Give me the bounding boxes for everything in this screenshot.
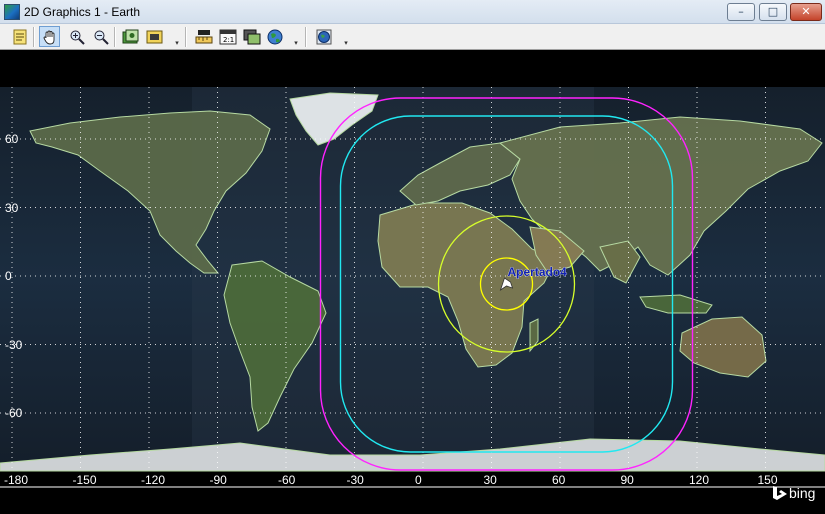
longitude-label: -150 <box>72 473 97 487</box>
latitude-label: -60 <box>5 406 23 420</box>
longitude-label: 120 <box>689 473 710 487</box>
latitude-label: 0 <box>5 269 12 283</box>
object-label: Apertado4 <box>508 265 568 279</box>
record-icon[interactable] <box>144 26 165 47</box>
toolbar-dropdown-arrow[interactable]: ▾ <box>173 38 181 48</box>
measure-icon[interactable] <box>193 26 214 47</box>
snapshot-icon[interactable] <box>120 26 141 47</box>
properties-icon[interactable] <box>9 26 30 47</box>
latitude-label: -30 <box>5 337 23 352</box>
toolbar-separator <box>305 27 307 47</box>
title-bar: 2D Graphics 1 - Earth – □ ✕ <box>0 0 825 24</box>
toolbar-dropdown-arrow[interactable]: ▾ <box>342 38 350 48</box>
longitude-label: -90 <box>209 473 227 487</box>
toolbar-dropdown-arrow[interactable]: ▾ <box>292 38 300 48</box>
app-icon <box>4 4 20 20</box>
latitude-label: 30 <box>5 200 19 215</box>
3d-globe-icon[interactable] <box>313 26 334 47</box>
svg-text:bing: bing <box>789 485 815 501</box>
longitude-label: -60 <box>278 473 296 487</box>
longitude-label: 90 <box>620 473 634 487</box>
layers-icon[interactable] <box>241 26 262 47</box>
map-viewport[interactable]: Apertado4 60 30 0 -30 -60 -180 -150 -120 -90 -60… <box>0 51 825 514</box>
zoom-in-icon[interactable] <box>66 26 87 47</box>
longitude-label: 0 <box>415 473 422 487</box>
toolbar-separator <box>114 27 116 47</box>
toolbar: ▾ 2:1 ▾ ▾ <box>0 24 825 50</box>
bing-logo: bing <box>773 485 815 501</box>
earth-map[interactable]: Apertado4 <box>0 51 825 514</box>
longitude-label: -30 <box>346 473 364 487</box>
aspect-ratio-icon[interactable]: 2:1 <box>217 26 238 47</box>
window-title: 2D Graphics 1 - Earth <box>24 5 141 19</box>
toolbar-separator <box>33 27 35 47</box>
globe-icon[interactable] <box>264 26 285 47</box>
longitude-label: 30 <box>483 473 497 487</box>
longitude-label: -120 <box>141 473 166 487</box>
longitude-label: 60 <box>552 473 566 487</box>
pan-hand-icon[interactable] <box>39 26 60 47</box>
svg-text:2:1: 2:1 <box>223 36 234 44</box>
longitude-label: -180 <box>4 473 29 487</box>
zoom-out-icon[interactable] <box>90 26 111 47</box>
latitude-label: 60 <box>5 132 19 146</box>
minimize-button[interactable]: – <box>727 3 755 21</box>
toolbar-separator <box>185 27 187 47</box>
close-button[interactable]: ✕ <box>790 3 822 21</box>
maximize-button[interactable]: □ <box>759 3 787 21</box>
